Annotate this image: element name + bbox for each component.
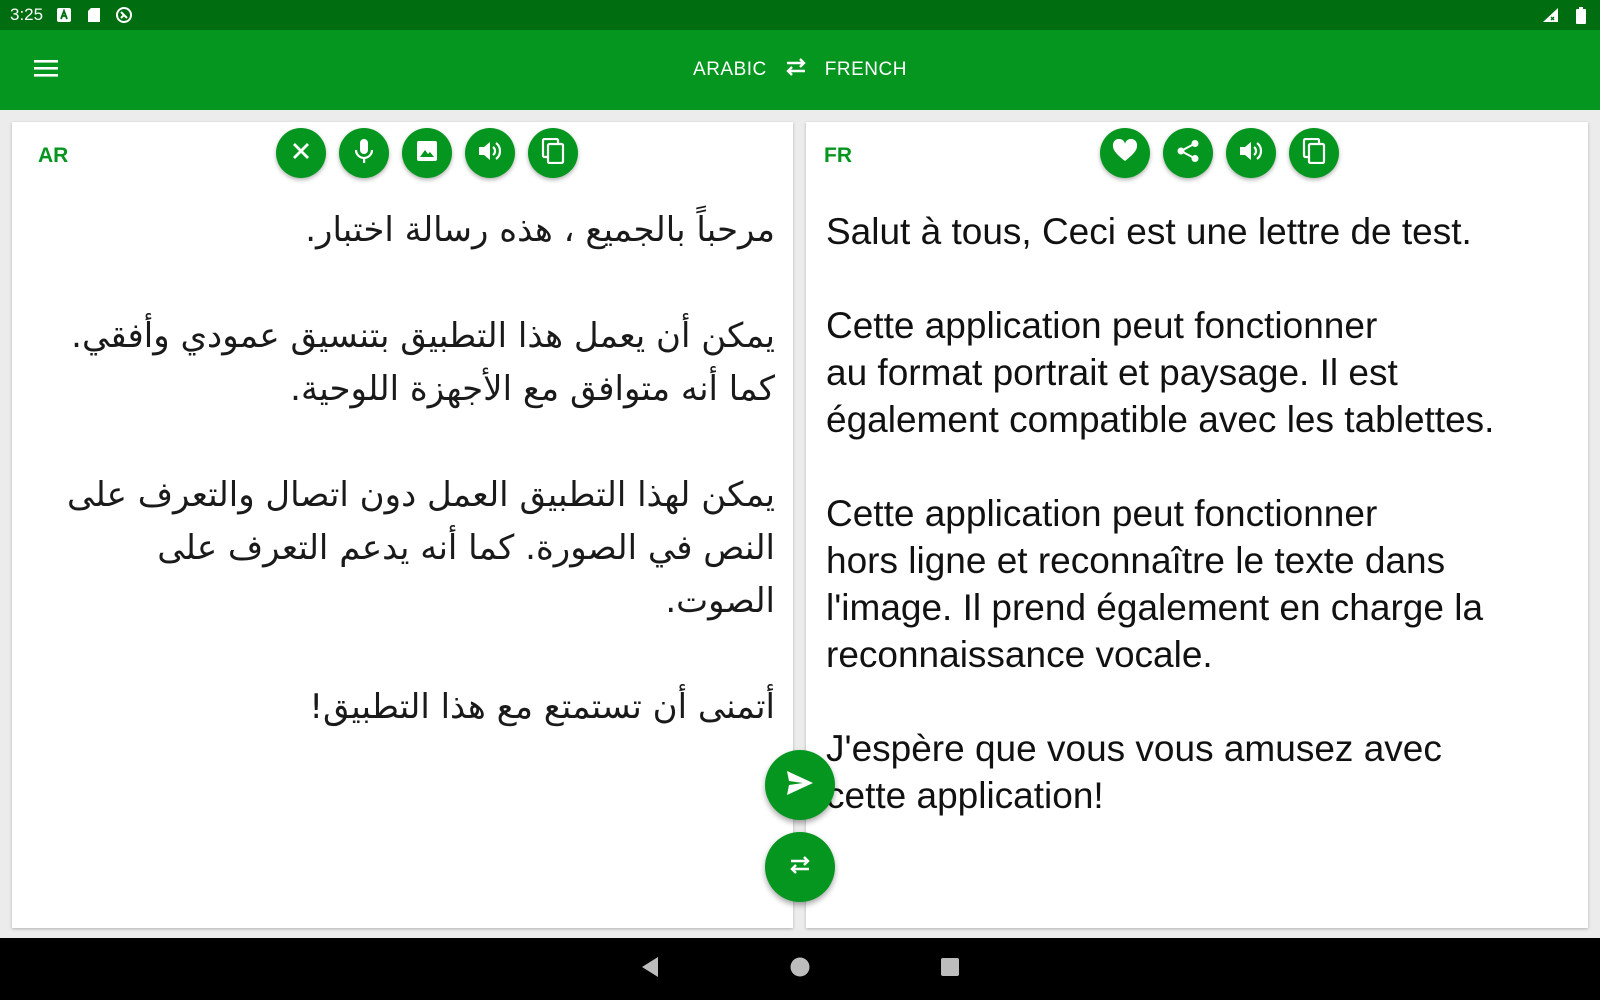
image-icon bbox=[415, 139, 439, 168]
status-time: 3:25 bbox=[10, 5, 44, 24]
source-language-code: AR bbox=[38, 144, 69, 167]
back-icon bbox=[640, 956, 660, 983]
target-toolbar bbox=[1100, 128, 1339, 178]
signal-icon bbox=[1542, 6, 1560, 24]
source-copy-button[interactable] bbox=[528, 128, 578, 178]
translated-text: Salut à tous, Ceci est une lettre de tes… bbox=[826, 211, 1495, 816]
sd-card-icon bbox=[85, 6, 103, 24]
target-language-code: FR bbox=[824, 144, 852, 167]
home-icon bbox=[789, 956, 811, 983]
system-nav-bar bbox=[0, 938, 1600, 1000]
speaker-icon bbox=[477, 139, 503, 168]
send-icon bbox=[785, 769, 815, 802]
app-bar: ARABIC FRENCH bbox=[0, 30, 1600, 110]
heart-icon bbox=[1112, 138, 1138, 168]
nav-home-button[interactable] bbox=[780, 949, 820, 989]
clear-button[interactable] bbox=[276, 128, 326, 178]
source-toolbar bbox=[276, 128, 578, 178]
speaker-icon bbox=[1238, 139, 1264, 168]
voice-input-button[interactable] bbox=[339, 128, 389, 178]
source-speak-button[interactable] bbox=[465, 128, 515, 178]
microphone-icon bbox=[353, 138, 375, 169]
target-panel: FR Salut à tous, Ceci est une lettre de … bbox=[806, 122, 1588, 928]
nav-recents-button[interactable] bbox=[930, 949, 970, 989]
swap-icon bbox=[787, 854, 813, 881]
battery-icon bbox=[1572, 6, 1590, 24]
swap-text-button[interactable] bbox=[765, 832, 835, 902]
copy-icon bbox=[541, 137, 565, 169]
target-speak-button[interactable] bbox=[1226, 128, 1276, 178]
recents-icon bbox=[940, 957, 960, 982]
hamburger-menu-icon bbox=[33, 58, 59, 83]
sync-circle-icon bbox=[115, 6, 133, 24]
target-copy-button[interactable] bbox=[1289, 128, 1339, 178]
status-bar-left: 3:25 bbox=[10, 5, 133, 25]
share-button[interactable] bbox=[1163, 128, 1213, 178]
a-badge-icon bbox=[55, 6, 73, 24]
copy-icon bbox=[1302, 137, 1326, 169]
menu-button[interactable] bbox=[22, 50, 70, 90]
source-panel: AR مرحباً بالجميع ، هذه رسالة اختبار. يم… bbox=[12, 122, 793, 928]
source-language-button[interactable]: ARABIC bbox=[693, 59, 767, 81]
source-text-input[interactable]: مرحباً بالجميع ، هذه رسالة اختبار. يمكن … bbox=[42, 204, 775, 844]
swap-languages-button[interactable] bbox=[783, 57, 809, 83]
swap-arrows-icon bbox=[783, 57, 809, 83]
clear-icon bbox=[290, 140, 312, 167]
nav-back-button[interactable] bbox=[630, 949, 670, 989]
status-bar-right bbox=[1542, 6, 1590, 24]
image-input-button[interactable] bbox=[402, 128, 452, 178]
target-language-button[interactable]: FRENCH bbox=[825, 59, 907, 81]
favorite-button[interactable] bbox=[1100, 128, 1150, 178]
translate-button[interactable] bbox=[765, 750, 835, 820]
language-switcher: ARABIC FRENCH bbox=[693, 57, 907, 83]
status-bar: 3:25 bbox=[0, 0, 1600, 30]
share-icon bbox=[1176, 139, 1200, 168]
